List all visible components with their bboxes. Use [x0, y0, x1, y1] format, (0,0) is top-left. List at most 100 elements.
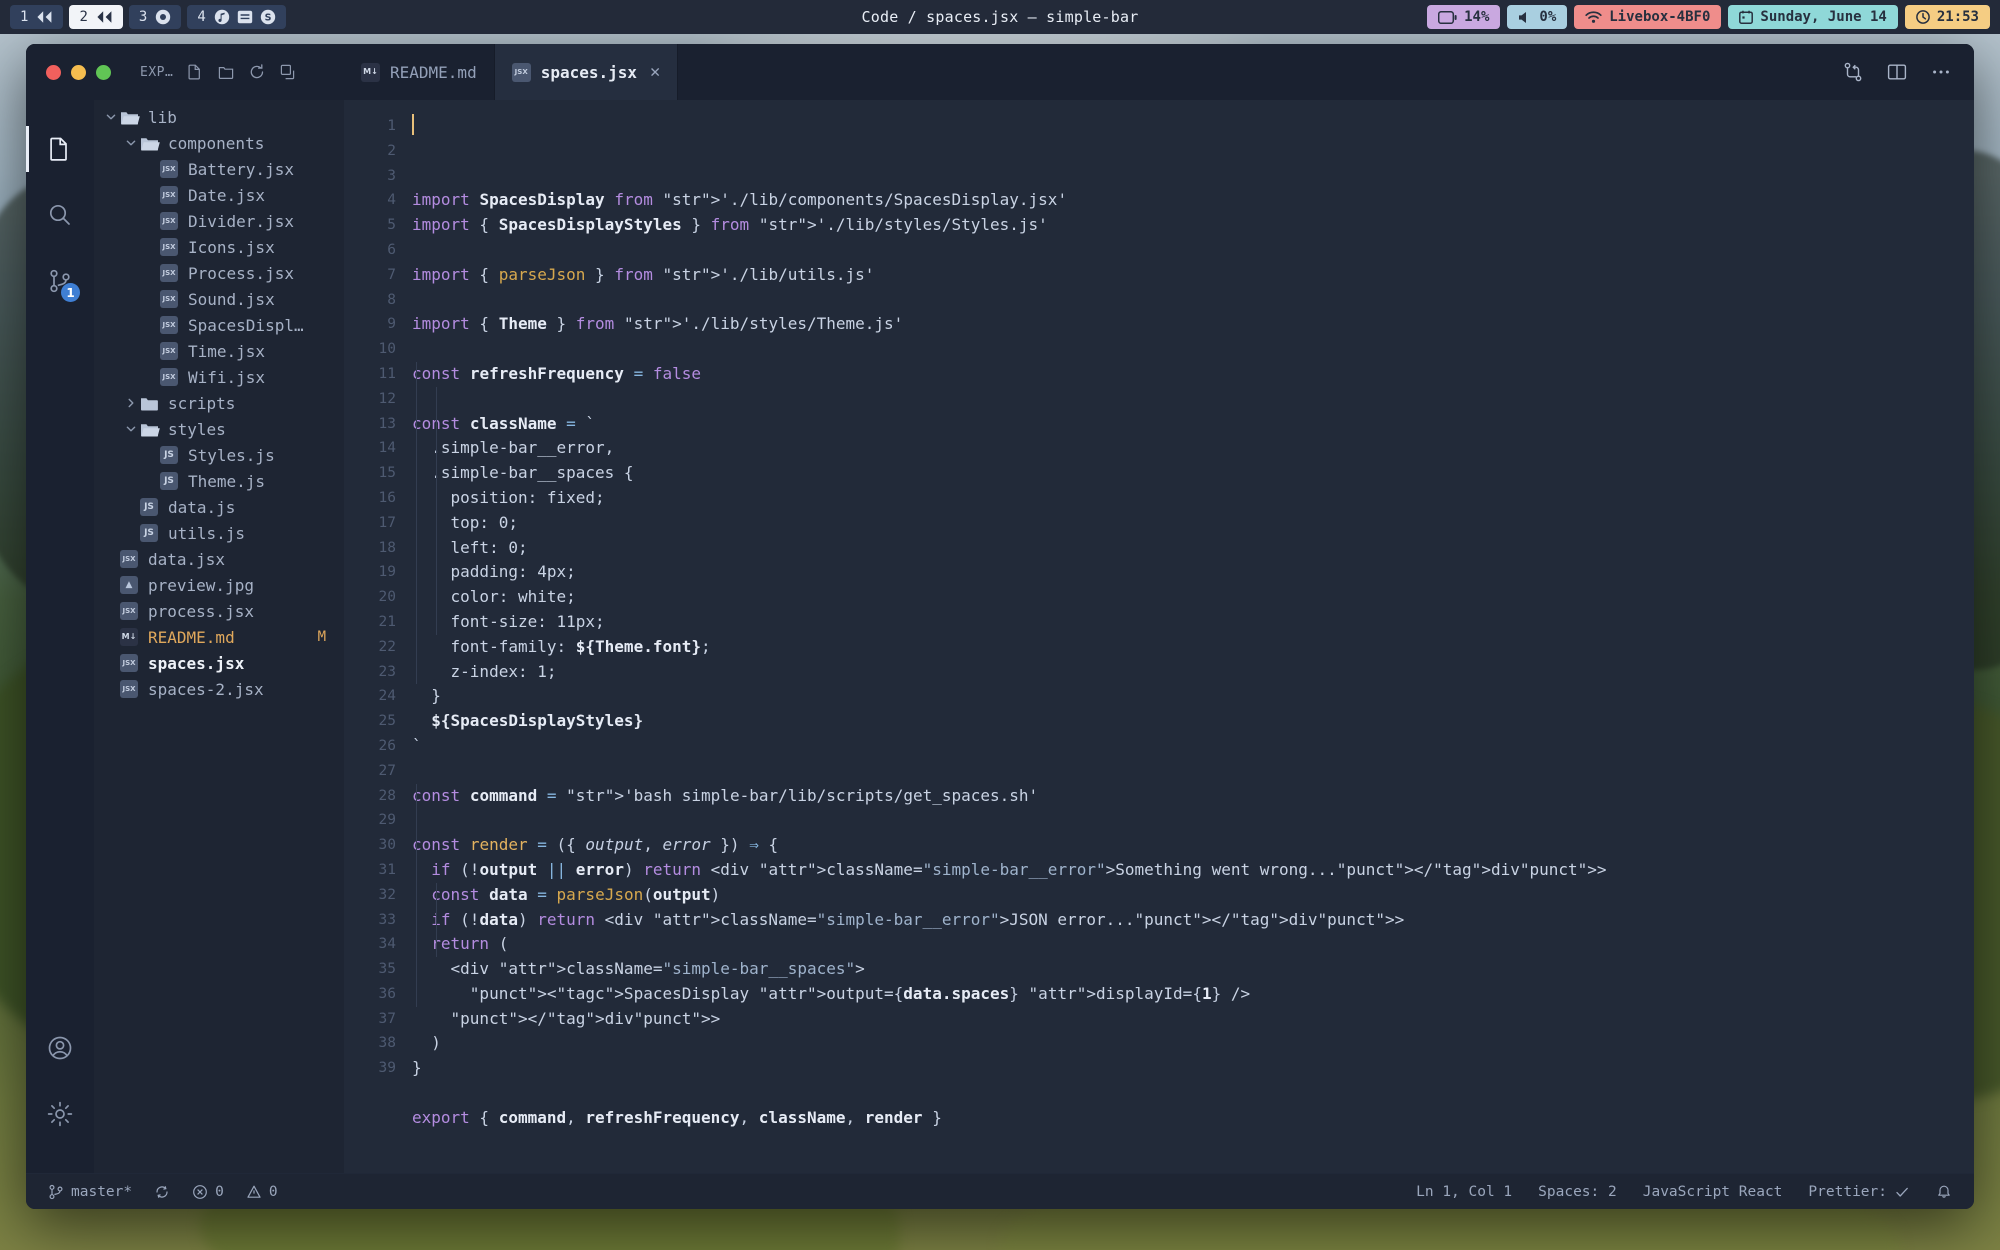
- workbench-body: 1 lib components JSX Battery.jsx JSX Date.jsx…: [26, 100, 1974, 1173]
- date-status[interactable]: Sunday, June 14: [1728, 5, 1898, 29]
- code-line: }: [412, 1058, 422, 1078]
- jsx-file-icon: JSX: [120, 550, 140, 568]
- files-icon: [50, 137, 67, 161]
- error-count: 0: [215, 1183, 224, 1200]
- file-tree-label: data.js: [168, 497, 236, 517]
- file-tree-item-styles-js[interactable]: JS Styles.js: [94, 442, 344, 468]
- collapse-all-icon[interactable]: [279, 63, 297, 81]
- cursor-position-label: Ln 1, Col 1: [1416, 1183, 1513, 1200]
- branch-icon: [48, 1184, 64, 1200]
- code-line: color: white;: [412, 587, 576, 607]
- workspace-app-icons: [36, 10, 53, 24]
- workspace-3[interactable]: 3: [128, 5, 182, 29]
- code-line: if (!data) return <div "attr">className=…: [431, 909, 1405, 929]
- more-actions-icon[interactable]: [1930, 61, 1952, 83]
- tab-spaces-jsx[interactable]: JSX spaces.jsx ✕: [494, 44, 679, 100]
- file-tree-item-data-jsx[interactable]: JSX data.jsx: [94, 546, 344, 572]
- file-tree-item-process-jsx[interactable]: JSX process.jsx: [94, 598, 344, 624]
- file-tree-item-components[interactable]: components: [94, 130, 344, 156]
- file-tree-item-divider-jsx[interactable]: JSX Divider.jsx: [94, 208, 344, 234]
- sidebar-item-source-control[interactable]: 1: [26, 248, 94, 314]
- file-tree-item-theme-js[interactable]: JS Theme.js: [94, 468, 344, 494]
- line-number: 13: [378, 415, 396, 432]
- explorer-file-tree[interactable]: lib components JSX Battery.jsx JSX Date.jsx JS…: [94, 100, 344, 1173]
- status-language-mode[interactable]: JavaScript React: [1643, 1184, 1783, 1200]
- battery-icon: [1438, 10, 1457, 24]
- line-number: 39: [378, 1060, 396, 1077]
- file-tree-item-spaces-2-jsx[interactable]: JSX spaces-2.jsx: [94, 676, 344, 702]
- file-tree-item-styles[interactable]: styles: [94, 416, 344, 442]
- line-number: 11: [378, 365, 396, 382]
- menubar-status-group: 14% 0% Livebox-4BF0 Sunday, June 14 21:5: [1427, 0, 1990, 34]
- file-tree-item-process-jsx[interactable]: JSX Process.jsx: [94, 260, 344, 286]
- status-cursor-position[interactable]: Ln 1, Col 1: [1416, 1184, 1512, 1200]
- workspace-4[interactable]: 4S: [187, 5, 286, 29]
- maximize-window-button[interactable]: [96, 64, 111, 80]
- battery-status[interactable]: 14%: [1427, 5, 1501, 29]
- file-tree-item-wifi-jsx[interactable]: JSX Wifi.jsx: [94, 364, 344, 390]
- new-folder-icon[interactable]: [217, 63, 235, 81]
- code-line: if (!output || error) return <div "attr"…: [431, 859, 1607, 879]
- status-prettier[interactable]: Prettier:: [1808, 1184, 1910, 1200]
- file-tree-item-data-js[interactable]: JS data.js: [94, 494, 344, 520]
- code-content[interactable]: import SpacesDisplay from "str">'./lib/c…: [408, 100, 1960, 1173]
- line-number: 34: [378, 936, 396, 953]
- music-icon: [214, 9, 230, 25]
- chevron-right-icon[interactable]: [122, 397, 140, 409]
- file-tree-label: SpacesDispl…: [188, 315, 304, 335]
- file-tree-label: Date.jsx: [188, 185, 266, 205]
- status-warnings[interactable]: 0: [246, 1184, 278, 1200]
- image-file-icon: ▲: [120, 576, 140, 594]
- split-diff-icon[interactable]: [1842, 61, 1864, 83]
- file-tree-item-spaces-jsx[interactable]: JSX spaces.jsx: [94, 650, 344, 676]
- file-tree-item-spacesdispl-[interactable]: JSX SpacesDispl…: [94, 312, 344, 338]
- wifi-status[interactable]: Livebox-4BF0: [1574, 5, 1722, 29]
- status-notifications[interactable]: [1936, 1184, 1952, 1200]
- code-editor[interactable]: 1 2 3 4 5 6 7 8 9 10 11 12 13 14 15 16 17 18 19 20 21 22 23 24 2…: [344, 100, 1974, 1173]
- chevron-down-icon[interactable]: [122, 137, 140, 149]
- indent-guide: [436, 386, 437, 635]
- jsx-file-icon: JSX: [160, 368, 180, 386]
- time-status[interactable]: 21:53: [1904, 5, 1990, 29]
- status-branch[interactable]: master*: [48, 1184, 132, 1200]
- status-indentation[interactable]: Spaces: 2: [1538, 1184, 1617, 1200]
- file-tree-item-readme-md[interactable]: M↓ README.md M: [94, 624, 344, 650]
- file-tree-item-scripts[interactable]: scripts: [94, 390, 344, 416]
- branch-label: master*: [71, 1183, 133, 1200]
- account-icon: [48, 1036, 72, 1060]
- workspace-1[interactable]: 1: [10, 5, 64, 29]
- file-tree-item-time-jsx[interactable]: JSX Time.jsx: [94, 338, 344, 364]
- tab-readme-md[interactable]: M↓ README.md: [344, 44, 495, 100]
- code-line: padding: 4px;: [412, 562, 576, 582]
- file-tree-label: Divider.jsx: [188, 211, 294, 231]
- sidebar-item-settings[interactable]: [26, 1081, 94, 1147]
- line-number: 22: [378, 638, 396, 655]
- minimize-window-button[interactable]: [71, 64, 86, 80]
- close-window-button[interactable]: [46, 64, 61, 80]
- sound-status[interactable]: 0%: [1507, 5, 1568, 29]
- chevron-down-icon[interactable]: [102, 111, 120, 123]
- file-tree-item-icons-jsx[interactable]: JSX Icons.jsx: [94, 234, 344, 260]
- close-tab-icon[interactable]: ✕: [650, 62, 660, 82]
- workspace-2[interactable]: 2: [69, 5, 123, 29]
- sidebar-item-search[interactable]: [26, 182, 94, 248]
- file-tree-item-lib[interactable]: lib: [94, 104, 344, 130]
- new-file-icon[interactable]: [186, 63, 204, 81]
- line-number: 14: [378, 440, 396, 457]
- line-number: 10: [378, 341, 396, 358]
- file-tree-label: spaces.jsx: [148, 653, 245, 673]
- sidebar-item-explorer[interactable]: [26, 116, 94, 182]
- refresh-icon[interactable]: [248, 63, 266, 81]
- file-tree-item-date-jsx[interactable]: JSX Date.jsx: [94, 182, 344, 208]
- status-errors[interactable]: 0: [192, 1184, 224, 1200]
- file-tree-item-battery-jsx[interactable]: JSX Battery.jsx: [94, 156, 344, 182]
- status-sync[interactable]: [154, 1184, 170, 1200]
- chevron-down-icon[interactable]: [122, 423, 140, 435]
- file-tree-label: spaces-2.jsx: [148, 679, 264, 699]
- file-tree-item-preview-jpg[interactable]: ▲ preview.jpg: [94, 572, 344, 598]
- file-tree-item-sound-jsx[interactable]: JSX Sound.jsx: [94, 286, 344, 312]
- tab-label: README.md: [390, 62, 477, 82]
- file-tree-item-utils-js[interactable]: JS utils.js: [94, 520, 344, 546]
- sidebar-item-accounts[interactable]: [26, 1015, 94, 1081]
- split-editor-icon[interactable]: [1886, 61, 1908, 83]
